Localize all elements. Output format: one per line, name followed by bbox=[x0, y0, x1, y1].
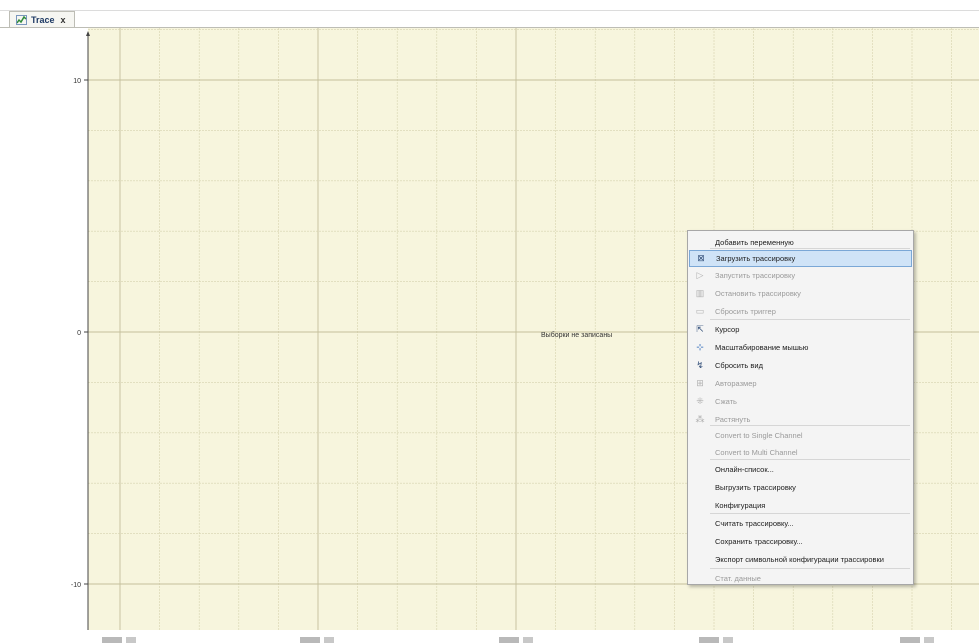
menu-item[interactable]: ⇱ Курсор bbox=[689, 321, 912, 338]
x-tick-label-fragment bbox=[126, 637, 136, 643]
menu-item-label: Считать трассировку... bbox=[715, 519, 794, 528]
x-tick-label-fragment bbox=[102, 637, 122, 643]
close-icon[interactable]: x bbox=[61, 15, 66, 25]
menu-separator bbox=[710, 568, 910, 569]
menu-item-label: Сбросить вид bbox=[715, 361, 763, 370]
menu-item[interactable]: ⁜ Сжать bbox=[689, 393, 912, 410]
menu-item[interactable]: ⊠ Загрузить трассировку bbox=[689, 250, 912, 267]
x-tick-label-fragment bbox=[499, 637, 519, 643]
menu-item[interactable]: ⊞ Авторазмер bbox=[689, 375, 912, 392]
x-tick-label-fragment bbox=[723, 637, 733, 643]
compress-icon-glyph: ⁜ bbox=[696, 396, 704, 406]
menu-item-label: Сохранить трассировку... bbox=[715, 537, 803, 546]
window-top-edge bbox=[0, 0, 979, 11]
menu-item[interactable]: ⁂ Растянуть bbox=[689, 411, 912, 428]
no-samples-message: Выборки не записаны bbox=[541, 332, 613, 339]
menu-item-label: Запустить трассировку bbox=[715, 271, 796, 280]
menu-item[interactable]: ▥ Остановить трассировку bbox=[689, 285, 912, 302]
menu-item[interactable]: Конфигурация bbox=[689, 497, 912, 514]
reset-view-icon-glyph: ↯ bbox=[696, 360, 704, 370]
menu-item[interactable]: Стат. данные bbox=[689, 570, 912, 587]
x-tick-label-fragment bbox=[900, 637, 920, 643]
cursor-icon: ⇱ bbox=[689, 324, 711, 335]
menu-item[interactable]: Экспорт символьной конфигурации трассиро… bbox=[689, 551, 912, 568]
menu-item-label: Конфигурация bbox=[715, 501, 766, 510]
download-trace-icon-glyph: ⊠ bbox=[697, 253, 705, 263]
mouse-zoom-icon-glyph: ⊹ bbox=[696, 342, 704, 352]
stop-icon: ▥ bbox=[689, 288, 711, 299]
menu-item-label: Растянуть bbox=[715, 415, 751, 424]
play-icon: ▷ bbox=[689, 270, 711, 281]
compress-icon: ⁜ bbox=[689, 396, 711, 407]
menu-item-label: Convert to Multi Channel bbox=[715, 448, 798, 457]
menu-item-label: Масштабирование мышью bbox=[715, 343, 809, 352]
menu-item[interactable]: Онлайн-список... bbox=[689, 461, 912, 478]
menu-item-label: Выгрузить трассировку bbox=[715, 483, 796, 492]
menu-item[interactable]: Добавить переменную bbox=[689, 234, 912, 251]
menu-item-label: Онлайн-список... bbox=[715, 465, 774, 474]
reset-trigger-icon: ▭ bbox=[689, 306, 711, 317]
menu-item-label: Сбросить триггер bbox=[715, 307, 776, 316]
y-tick-label: -10 bbox=[71, 582, 81, 589]
menu-item-label: Добавить переменную bbox=[715, 238, 794, 247]
menu-item[interactable]: Сохранить трассировку... bbox=[689, 533, 912, 550]
menu-item-label: Экспорт символьной конфигурации трассиро… bbox=[715, 555, 884, 564]
menu-item[interactable]: Convert to Single Channel bbox=[689, 427, 912, 444]
menu-item[interactable]: Convert to Multi Channel bbox=[689, 444, 912, 461]
menu-item[interactable]: ▷ Запустить трассировку bbox=[689, 267, 912, 284]
x-tick-label-fragment bbox=[300, 637, 320, 643]
x-tick-label-fragment bbox=[924, 637, 934, 643]
stretch-icon-glyph: ⁂ bbox=[695, 414, 705, 424]
y-tick-label: 0 bbox=[77, 330, 81, 337]
menu-item-label: Авторазмер bbox=[715, 379, 757, 388]
menu-item-label: Convert to Single Channel bbox=[715, 431, 803, 440]
play-icon-glyph: ▷ bbox=[696, 270, 704, 280]
menu-item[interactable]: ↯ Сбросить вид bbox=[689, 357, 912, 374]
stop-icon-glyph: ▥ bbox=[695, 288, 705, 298]
menu-item-label: Курсор bbox=[715, 325, 740, 334]
menu-item[interactable]: ▭ Сбросить триггер bbox=[689, 303, 912, 320]
autosize-icon-glyph: ⊞ bbox=[696, 378, 704, 388]
y-tick-label: 10 bbox=[73, 78, 81, 85]
tab-trace[interactable]: Trace x bbox=[9, 11, 75, 28]
reset-trigger-icon-glyph: ▭ bbox=[695, 306, 705, 316]
stretch-icon: ⁂ bbox=[689, 414, 711, 425]
menu-item-label: Остановить трассировку bbox=[715, 289, 801, 298]
mouse-zoom-icon: ⊹ bbox=[689, 342, 711, 353]
download-trace-icon: ⊠ bbox=[690, 253, 712, 264]
menu-item-label: Загрузить трассировку bbox=[716, 254, 796, 263]
x-tick-label-fragment bbox=[324, 637, 334, 643]
tab-title: Trace bbox=[31, 15, 55, 25]
menu-item[interactable]: Выгрузить трассировку bbox=[689, 479, 912, 496]
menu-item-label: Сжать bbox=[715, 397, 737, 406]
menu-item-label: Стат. данные bbox=[715, 574, 761, 583]
trace-icon bbox=[16, 15, 27, 25]
autosize-icon: ⊞ bbox=[689, 378, 711, 389]
reset-view-icon: ↯ bbox=[689, 360, 711, 371]
menu-item[interactable]: ⊹ Масштабирование мышью bbox=[689, 339, 912, 356]
menu-item[interactable]: Считать трассировку... bbox=[689, 515, 912, 532]
cursor-icon-glyph: ⇱ bbox=[696, 324, 704, 334]
x-tick-label-fragment bbox=[699, 637, 719, 643]
context-menu: Добавить переменную ⊠ Загрузить трассировк… bbox=[687, 230, 914, 585]
x-tick-label-fragment bbox=[523, 637, 533, 643]
